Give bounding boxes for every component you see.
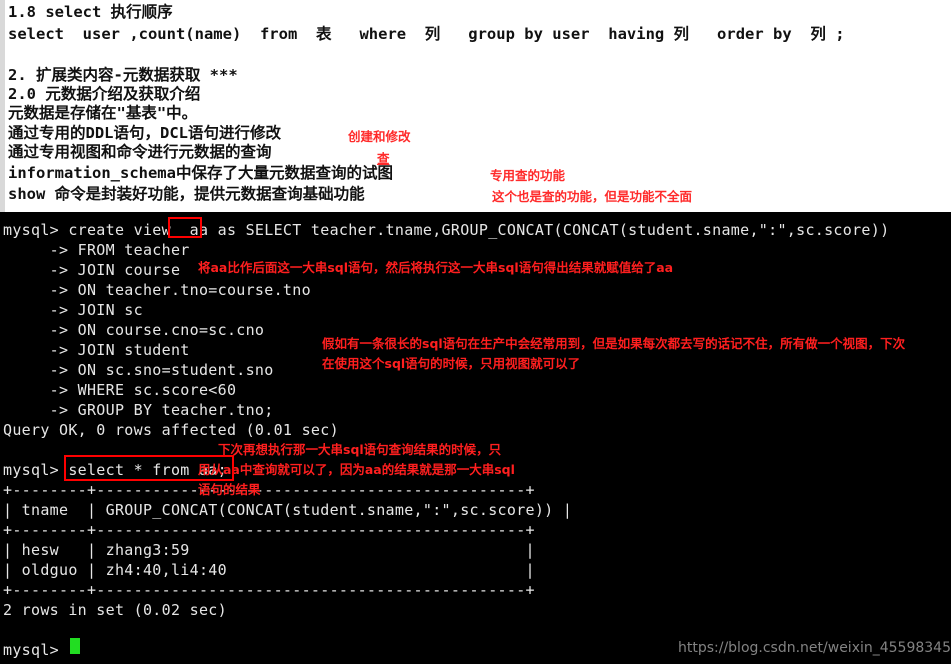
result-table-header-row: | tname | GROUP_CONCAT(CONCAT(student.sn… [3,501,573,519]
terminal-prompt: mysql> [3,641,69,659]
terminal-pane[interactable]: mysql> create view aa as SELECT teacher.… [0,212,951,664]
note-line-views-commands: 通过专用视图和命令进行元数据的查询 [8,143,272,161]
note-line-show-command: show 命令是封装好功能，提供元数据查询基础功能 [8,185,365,203]
terminal-annotation-reuse-3: 语句的结果 [198,482,261,497]
terminal-line-from-teacher: -> FROM teacher [3,241,190,259]
terminal-annotation-reuse-2: 用从aa中查询就可以了，因为aa的结果就是那一大串sql [198,462,515,477]
terminal-line-create-view: mysql> create view aa as SELECT teacher.… [3,221,890,239]
csdn-watermark: https://blog.csdn.net/weixin_45598345 [677,640,951,656]
note-line-heading-1-8: 1.8 select 执行顺序 [8,3,173,21]
result-table-bottom-border: +--------+------------------------------… [3,581,535,599]
terminal-annotation-long-sql-2: 在使用这个sql语句的时候，只用视图就可以了 [322,356,581,371]
terminal-cursor [70,638,80,654]
note-line-select-order: select user ,count(name) from 表 where 列 … [8,25,845,43]
terminal-line-on-course-cno: -> ON course.cno=sc.cno [3,321,265,339]
terminal-annotation-long-sql-1: 假如有一条很长的sql语句在生产中会经常用到，但是如果每次都去写的话记不住，所有… [322,336,906,351]
terminal-annotation-aa-alias: 将aa比作后面这一大串sql语句，然后将执行这一大串sql语句得出结果就赋值给了… [198,260,674,275]
notes-pane: 1.8 select 执行顺序 select user ,count(name)… [0,0,951,212]
note-annotation-query: 查 [377,151,390,166]
terminal-line-join-course: -> JOIN course [3,261,181,279]
result-table-top-border: +--------+------------------------------… [3,481,535,499]
note-line-information-schema: information_schema中保存了大量元数据查询的试图 [8,164,393,182]
note-line-ddl-dcl: 通过专用的DDL语句，DCL语句进行修改 [8,124,281,142]
terminal-line-group-by: -> GROUP BY teacher.tno; [3,401,274,419]
terminal-line-select-from-aa: mysql> select * from aa; [3,461,227,479]
terminal-line-on-teacher-tno: -> ON teacher.tno=course.tno [3,281,311,299]
terminal-line-rows-in-set: 2 rows in set (0.02 sec) [3,601,227,619]
note-line-heading-2-0: 2.0 元数据介绍及获取介绍 [8,85,201,103]
note-annotation-dedicated-query: 专用查的功能 [490,168,566,183]
result-table-row-hesw: | hesw | zhang3:59 | [3,541,535,559]
terminal-line-on-sc-sno: -> ON sc.sno=student.sno [3,361,274,379]
result-table-header-border: +--------+------------------------------… [3,521,535,539]
notes-left-rule [0,0,5,212]
terminal-annotation-reuse-1: 下次再想执行那一大串sql语句查询结果的时候，只 [218,442,502,457]
result-table-row-oldguo: | oldguo | zh4:40,li4:40 | [3,561,535,579]
note-line-metadata-storage: 元数据是存储在"基表"中。 [8,104,198,122]
terminal-line-where-score: -> WHERE sc.score<60 [3,381,237,399]
note-line-heading-2: 2. 扩展类内容-元数据获取 *** [8,66,238,84]
terminal-line-query-ok: Query OK, 0 rows affected (0.01 sec) [3,421,339,439]
terminal-line-join-student: -> JOIN student [3,341,190,359]
note-annotation-show-incomplete: 这个也是查的功能，但是功能不全面 [492,189,693,204]
terminal-line-join-sc: -> JOIN sc [3,301,143,319]
note-annotation-create-modify: 创建和修改 [348,129,411,144]
